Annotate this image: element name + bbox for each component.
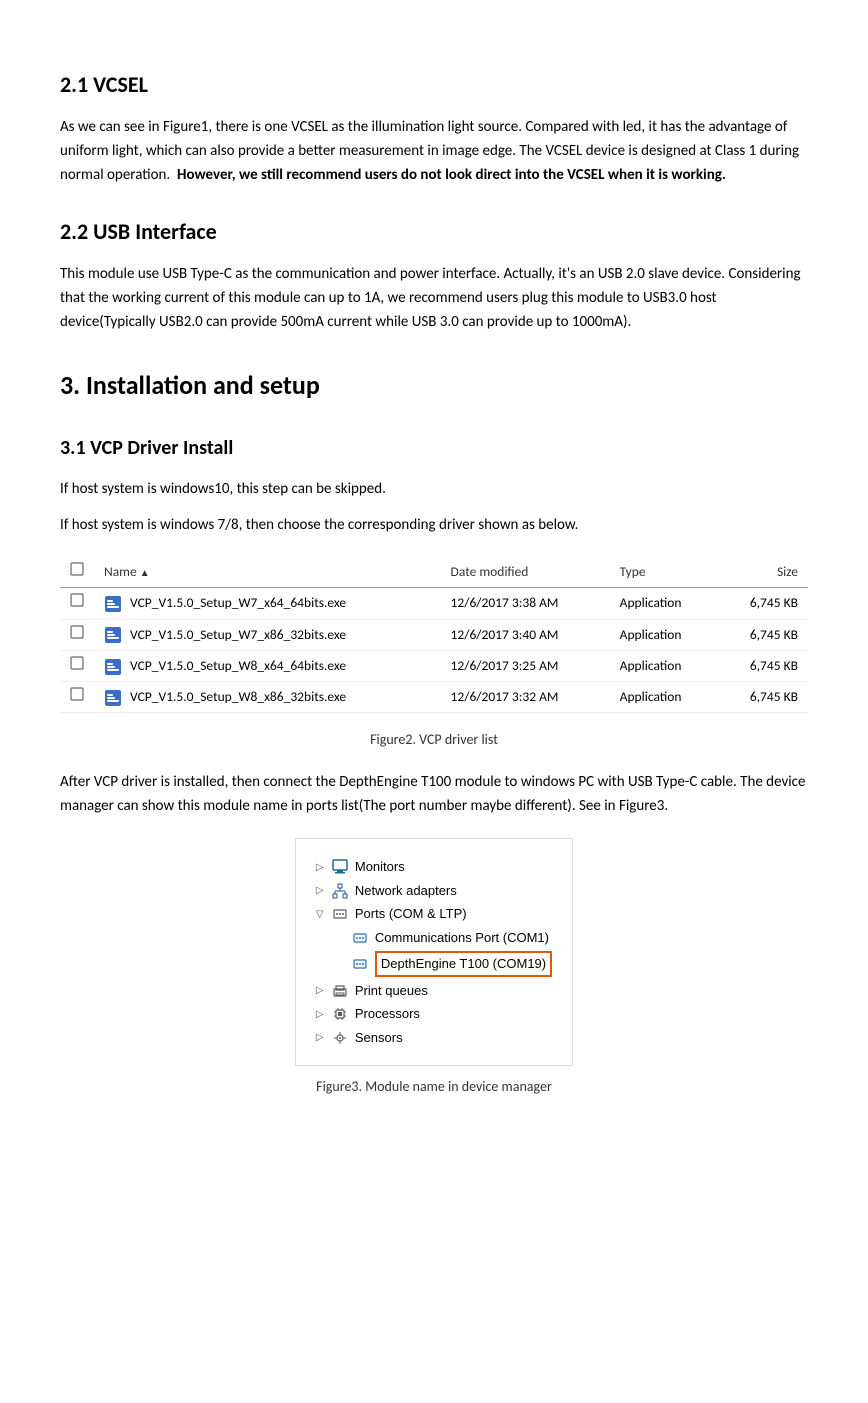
row-date: 12/6/2017 3:25 AM <box>441 650 610 681</box>
row-size: 6,745 KB <box>718 588 808 619</box>
list-item-label: Processors <box>355 1004 420 1024</box>
vcsel-paragraph: As we can see in Figure1, there is one V… <box>60 115 808 187</box>
list-item: ▷ Sensors <box>316 1026 552 1050</box>
network-icon <box>332 882 350 900</box>
row-filename: VCP_V1.5.0_Setup_W8_x86_32bits.exe <box>94 682 441 713</box>
device-manager-image: ▷ Monitors ▷ Network adapters ▽ Ports (COM & … <box>295 838 573 1066</box>
list-item: DepthEngine T100 (COM19) <box>336 949 552 979</box>
section-vcp-heading: 3.1 VCP Driver Install <box>60 433 808 463</box>
list-item: ▷ Print queues <box>316 979 552 1003</box>
com-icon <box>352 929 370 947</box>
figure3-caption: Figure3. Module name in device manager <box>316 1076 552 1097</box>
table-header-name: Name ▲ <box>94 557 441 588</box>
section-vcsel-heading: 2.1 VCSEL <box>60 68 808 101</box>
table-header-date: Date modified <box>441 557 610 588</box>
list-item-label: DepthEngine T100 (COM19) <box>375 951 552 977</box>
row-size: 6,745 KB <box>718 619 808 650</box>
row-type: Application <box>610 588 718 619</box>
tree-arrow-icon: ▷ <box>316 860 330 875</box>
row-checkbox <box>60 588 94 619</box>
usb-paragraph: This module use USB Type-C as the commun… <box>60 262 808 334</box>
figure3-container: ▷ Monitors ▷ Network adapters ▽ Ports (COM & … <box>60 838 808 1097</box>
vcp-para2: If host system is windows 7/8, then choo… <box>60 513 808 537</box>
row-date: 12/6/2017 3:32 AM <box>441 682 610 713</box>
table-header-size: Size <box>718 557 808 588</box>
table-row: VCP_V1.5.0_Setup_W8_x86_32bits.exe 12/6/… <box>60 682 808 713</box>
vcsel-bold-text: However, we still recommend users do not… <box>177 166 726 184</box>
list-item-label: Print queues <box>355 981 428 1001</box>
row-type: Application <box>610 682 718 713</box>
vcp-para1: If host system is windows10, this step c… <box>60 477 808 501</box>
ports-icon <box>332 905 350 923</box>
list-item: ▽ Ports (COM & LTP) <box>316 902 552 926</box>
table-header-type: Type <box>610 557 718 588</box>
figure2-container: Name ▲ Date modified Type Size <box>60 557 808 750</box>
list-item: ▷ Network adapters <box>316 879 552 903</box>
row-size: 6,745 KB <box>718 650 808 681</box>
section-installation-heading: 3. Installation and setup <box>60 366 808 405</box>
row-type: Application <box>610 619 718 650</box>
row-checkbox <box>60 650 94 681</box>
row-date: 12/6/2017 3:38 AM <box>441 588 610 619</box>
list-item-label: Sensors <box>355 1028 403 1048</box>
list-item-label: Network adapters <box>355 881 457 901</box>
printer-icon <box>332 982 350 1000</box>
row-checkbox <box>60 619 94 650</box>
vcp-file-table: Name ▲ Date modified Type Size <box>60 557 808 713</box>
tree-arrow-icon: ▷ <box>316 1030 330 1045</box>
processor-icon <box>332 1005 350 1023</box>
sensor-icon <box>332 1029 350 1047</box>
com-icon <box>352 955 370 973</box>
section-usb-heading: 2.2 USB Interface <box>60 215 808 248</box>
list-item: ▷ Processors <box>316 1002 552 1026</box>
list-item: ▷ Monitors <box>316 855 552 879</box>
row-filename: VCP_V1.5.0_Setup_W8_x64_64bits.exe <box>94 650 441 681</box>
table-row: VCP_V1.5.0_Setup_W7_x86_32bits.exe 12/6/… <box>60 619 808 650</box>
table-row: VCP_V1.5.0_Setup_W8_x64_64bits.exe 12/6/… <box>60 650 808 681</box>
table-row: VCP_V1.5.0_Setup_W7_x64_64bits.exe 12/6/… <box>60 588 808 619</box>
row-date: 12/6/2017 3:40 AM <box>441 619 610 650</box>
row-checkbox <box>60 682 94 713</box>
tree-arrow-icon: ▷ <box>316 883 330 898</box>
list-item-label: Monitors <box>355 857 405 877</box>
tree-arrow-icon: ▷ <box>316 1007 330 1022</box>
table-header-checkbox <box>60 557 94 588</box>
monitor-icon <box>332 858 350 876</box>
list-item: Communications Port (COM1) <box>336 926 552 950</box>
list-item-label: Communications Port (COM1) <box>375 928 549 948</box>
row-filename: VCP_V1.5.0_Setup_W7_x64_64bits.exe <box>94 588 441 619</box>
row-filename: VCP_V1.5.0_Setup_W7_x86_32bits.exe <box>94 619 441 650</box>
after-vcp-paragraph: After VCP driver is installed, then conn… <box>60 770 808 818</box>
tree-arrow-icon: ▽ <box>316 907 330 922</box>
figure2-caption: Figure2. VCP driver list <box>370 729 498 750</box>
row-type: Application <box>610 650 718 681</box>
tree-arrow-icon: ▷ <box>316 983 330 998</box>
row-size: 6,745 KB <box>718 682 808 713</box>
list-item-label: Ports (COM & LTP) <box>355 904 467 924</box>
